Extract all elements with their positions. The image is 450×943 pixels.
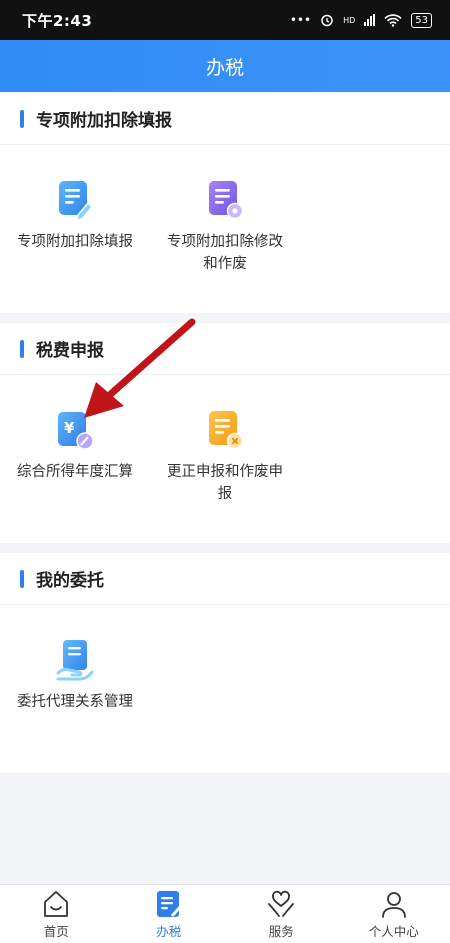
tile-grid: 委托代理关系管理 xyxy=(0,605,450,713)
tile-correct-cancel[interactable]: 更正申报和作废申报 xyxy=(150,375,300,505)
status-time: 下午2:43 xyxy=(22,11,93,30)
accent-bar xyxy=(20,569,24,588)
accent-bar xyxy=(20,339,24,358)
accent-bar xyxy=(20,109,24,128)
section-title: 税费申报 xyxy=(36,341,104,361)
person-icon xyxy=(381,891,406,918)
tax-doc-icon xyxy=(156,890,182,917)
home-icon xyxy=(44,890,69,917)
alarm-icon xyxy=(321,14,333,27)
network-type: HD xyxy=(343,15,356,25)
section-special-deduction: 专项附加扣除填报 专项附加扣除填报 专项附加扣除修改和作废 xyxy=(0,93,450,313)
tab-service[interactable]: 服务 xyxy=(225,885,338,943)
section-title: 我的委托 xyxy=(36,571,104,591)
page-title: 办税 xyxy=(205,56,244,79)
status-bar: 下午2:43 ••• HD 53 xyxy=(0,0,450,40)
yuan-doc-icon: ¥ xyxy=(58,412,94,450)
tile-label: 专项附加扣除填报 xyxy=(17,234,133,250)
battery-icon: 53 xyxy=(411,12,432,28)
tile-delegation-management[interactable]: 委托代理关系管理 xyxy=(0,605,150,713)
tab-home[interactable]: 首页 xyxy=(0,885,113,943)
tile-grid: ¥ 综合所得年度汇算 更正申报和作废申报 xyxy=(0,375,450,505)
section-title: 专项附加扣除填报 xyxy=(36,111,172,131)
svg-text:¥: ¥ xyxy=(64,419,75,437)
tab-personal-center[interactable]: 个人中心 xyxy=(338,885,450,943)
section-tax-filing: 税费申报 ¥ 综合所得年度汇算 更正申报和作废申报 xyxy=(0,323,450,543)
tile-label: 综合所得年度汇算 xyxy=(17,464,133,480)
tile-deduction-fill[interactable]: 专项附加扣除填报 xyxy=(0,145,150,275)
more-dots-icon: ••• xyxy=(289,13,312,27)
bottom-tab-bar: 首页 办税 服务 个人中心 xyxy=(0,884,450,943)
doc-gear-icon xyxy=(209,181,244,220)
tile-label: 专项附加扣除修改和作废 xyxy=(167,234,283,272)
section-header: 专项附加扣除填报 xyxy=(0,93,450,145)
section-header: 税费申报 xyxy=(0,323,450,375)
tab-label: 服务 xyxy=(268,923,294,939)
section-header: 我的委托 xyxy=(0,553,450,605)
tab-label: 办税 xyxy=(156,923,182,939)
tile-annual-settlement[interactable]: ¥ 综合所得年度汇算 xyxy=(0,375,150,505)
signal-icon xyxy=(364,14,376,26)
tile-label: 委托代理关系管理 xyxy=(17,694,133,710)
doc-cancel-icon xyxy=(209,411,244,450)
doc-edit-icon xyxy=(59,181,94,221)
tile-label: 更正申报和作废申报 xyxy=(167,464,283,502)
status-icons: ••• HD 53 xyxy=(289,12,432,28)
nav-bar: 办税 xyxy=(0,40,450,92)
tab-label: 首页 xyxy=(43,923,69,939)
section-my-delegation: 我的委托 委托代理关系管理 xyxy=(0,553,450,773)
tab-label: 个人中心 xyxy=(368,923,419,939)
tile-deduction-modify[interactable]: 专项附加扣除修改和作废 xyxy=(150,145,300,275)
wifi-icon xyxy=(384,13,402,27)
heart-hand-icon xyxy=(268,890,295,917)
tile-grid: 专项附加扣除填报 专项附加扣除修改和作废 xyxy=(0,145,450,275)
tab-tax[interactable]: 办税 xyxy=(113,885,226,943)
doc-hand-icon xyxy=(56,640,94,681)
